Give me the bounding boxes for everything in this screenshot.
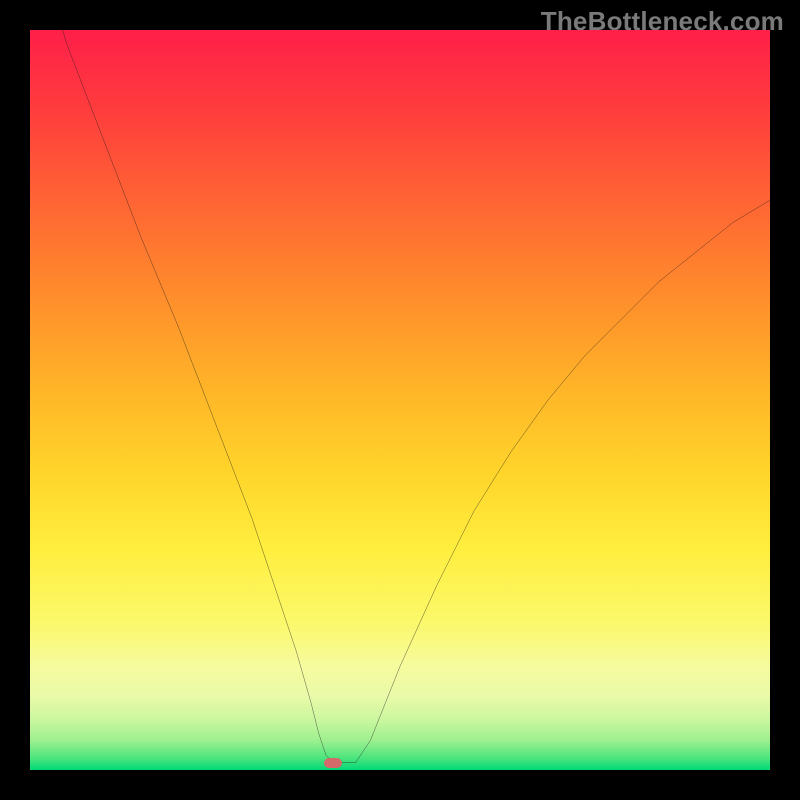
outer-frame: TheBottleneck.com (0, 0, 800, 800)
plot-area (30, 30, 770, 770)
optimal-marker (324, 758, 342, 768)
bottleneck-curve (30, 30, 770, 770)
